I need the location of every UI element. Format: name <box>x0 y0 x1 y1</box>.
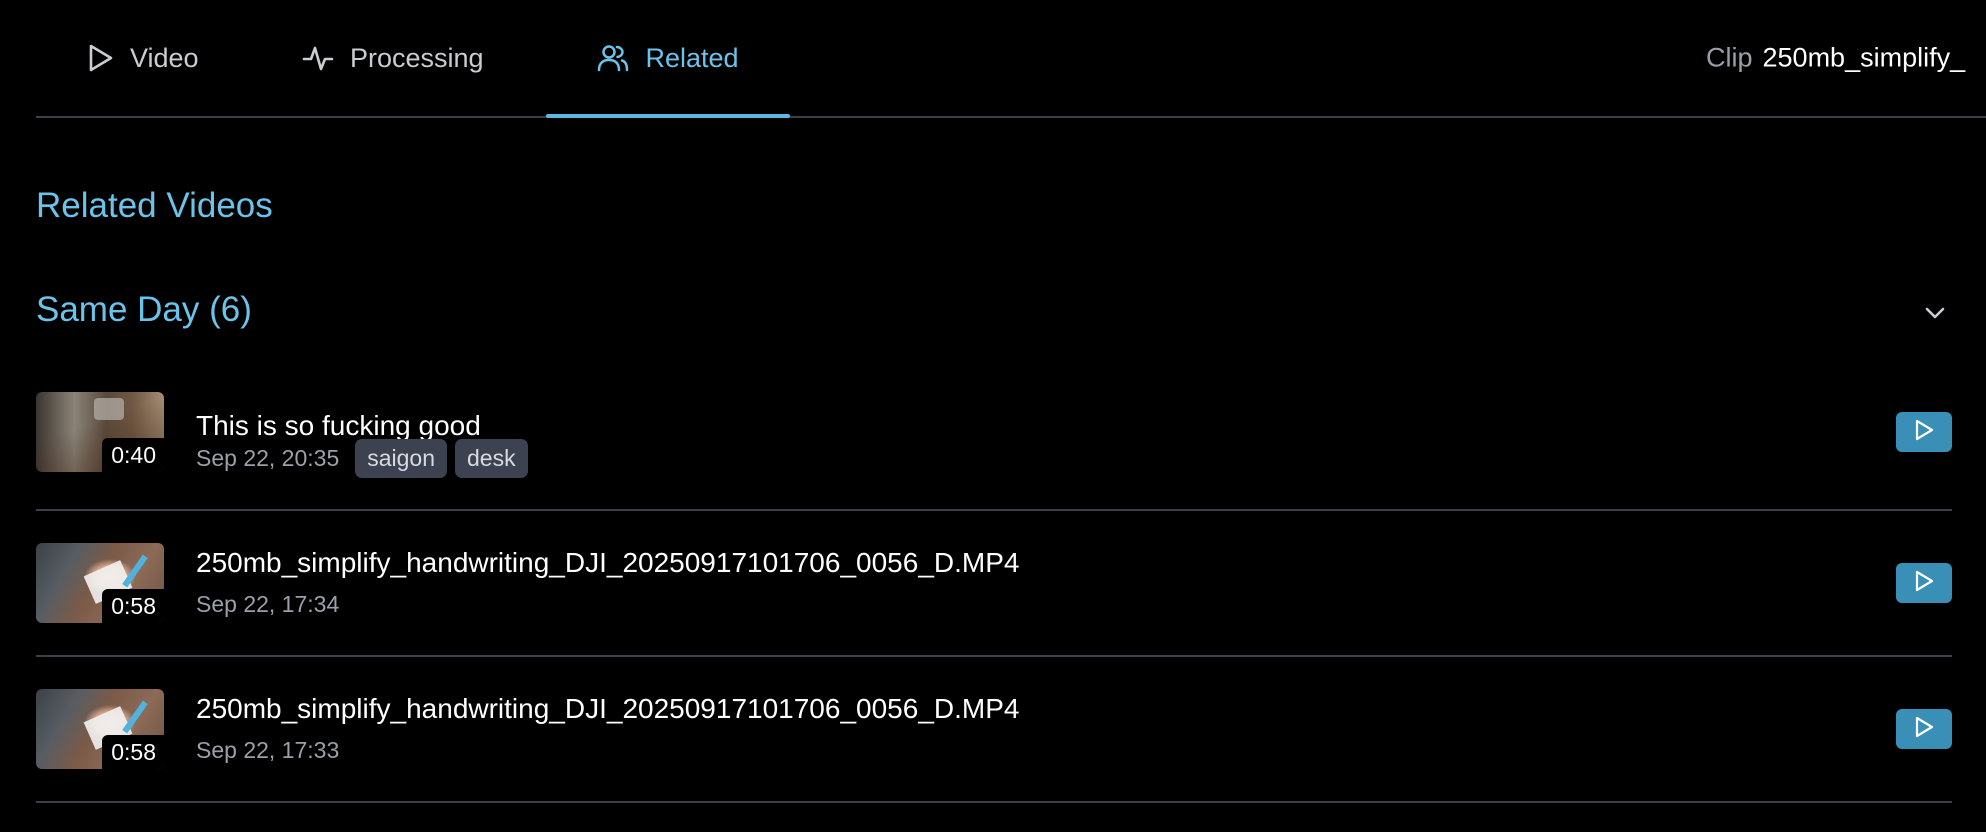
clip-name: 250mb_simplify_ <box>1762 42 1966 73</box>
play-icon <box>1914 716 1934 743</box>
duration-badge: 0:58 <box>102 589 164 623</box>
list-item[interactable]: 0:58 250mb_simplify_handwriting_DJI_2025… <box>36 657 1952 803</box>
users-icon <box>597 43 629 73</box>
tag-chip[interactable]: saigon <box>355 438 448 478</box>
duration-badge: 0:58 <box>102 735 164 769</box>
tab-label: Video <box>130 42 199 73</box>
play-button[interactable] <box>1896 709 1952 749</box>
tab-video[interactable]: Video <box>86 0 199 116</box>
play-button[interactable] <box>1896 412 1952 452</box>
list-item[interactable]: 0:58 250mb_simplify_handwriting_DJI_2025… <box>36 511 1952 657</box>
video-title[interactable]: 250mb_simplify_handwriting_DJI_202509171… <box>196 693 1019 725</box>
video-meta: Sep 22, 17:34 <box>196 589 347 619</box>
tab-processing[interactable]: Processing <box>302 0 484 116</box>
group-title[interactable]: Same Day (6) <box>36 290 252 330</box>
tag-chip[interactable]: desk <box>455 438 528 478</box>
tab-bar: Video Processing Related <box>36 0 1986 118</box>
video-thumbnail[interactable]: 0:40 <box>36 392 164 472</box>
video-meta: Sep 22, 20:35 saigon desk <box>196 438 528 478</box>
play-icon <box>86 43 114 73</box>
play-button[interactable] <box>1896 563 1952 603</box>
tab-related[interactable]: Related <box>546 0 790 118</box>
tab-label: Processing <box>350 42 484 73</box>
play-icon <box>1914 419 1934 446</box>
list-item[interactable]: 0:40 This is so fucking good Sep 22, 20:… <box>36 392 1952 511</box>
clip-info: Clip 250mb_simplify_ <box>1706 43 1965 74</box>
video-date: Sep 22, 17:33 <box>196 736 340 763</box>
section-title: Related Videos <box>36 186 273 225</box>
tab-label: Related <box>645 42 739 73</box>
video-thumbnail[interactable]: 0:58 <box>36 689 164 769</box>
activity-icon <box>302 42 334 74</box>
video-thumbnail[interactable]: 0:58 <box>36 543 164 623</box>
clip-label: Clip <box>1706 42 1753 73</box>
chevron-down-icon[interactable] <box>1918 296 1952 330</box>
video-title[interactable]: 250mb_simplify_handwriting_DJI_202509171… <box>196 547 1019 579</box>
duration-badge: 0:40 <box>102 438 164 472</box>
play-icon <box>1914 570 1934 597</box>
video-meta: Sep 22, 17:33 <box>196 735 347 765</box>
active-tab-indicator <box>546 114 790 118</box>
video-date: Sep 22, 20:35 <box>196 444 340 471</box>
video-date: Sep 22, 17:34 <box>196 590 340 617</box>
